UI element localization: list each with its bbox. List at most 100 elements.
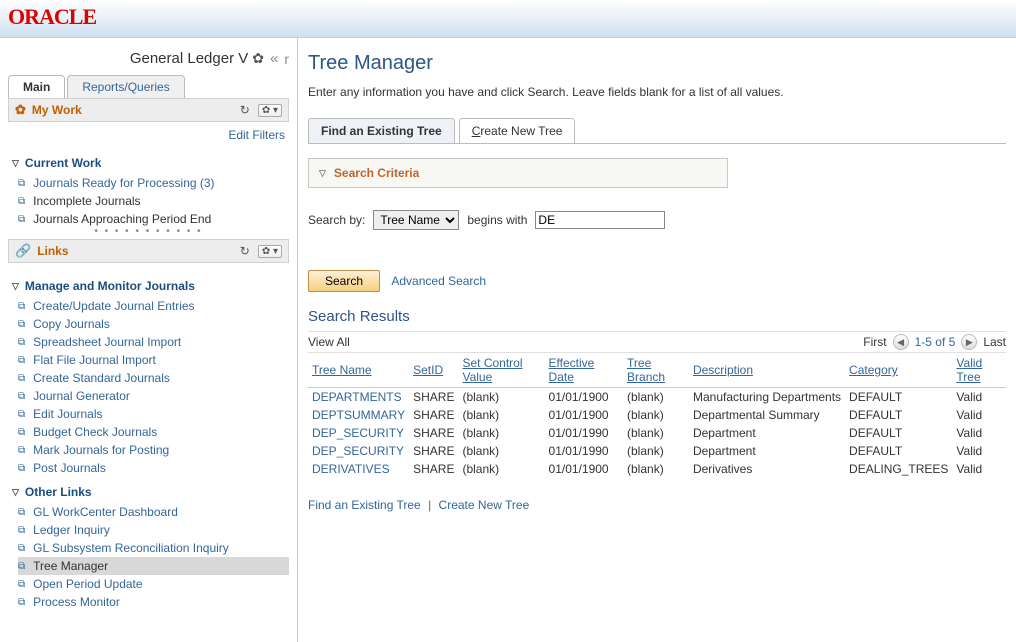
gear-icon[interactable]: ✿ bbox=[252, 50, 264, 67]
list-item[interactable]: ⧉Spreadsheet Journal Import bbox=[18, 333, 289, 351]
advanced-search-link[interactable]: Advanced Search bbox=[391, 274, 486, 288]
refresh-icon[interactable] bbox=[240, 244, 250, 258]
tab-reports[interactable]: Reports/Queries bbox=[67, 75, 184, 99]
table-cell: DEFAULT bbox=[845, 406, 952, 424]
tab-find-existing[interactable]: Find an Existing Tree bbox=[308, 118, 455, 144]
my-work-label: My Work bbox=[32, 103, 82, 117]
footer-links: Find an Existing Tree | Create New Tree bbox=[308, 498, 1006, 512]
search-field-select[interactable]: Tree Name bbox=[373, 210, 459, 230]
group-current-work[interactable]: ▽Current Work bbox=[0, 148, 297, 174]
collapse-icon[interactable]: « bbox=[270, 50, 278, 67]
resize-handle[interactable]: • • • • • • • • • • • bbox=[0, 226, 297, 237]
list-item[interactable]: ⧉Incomplete Journals bbox=[18, 192, 289, 210]
footer-create-link[interactable]: Create New Tree bbox=[439, 498, 530, 512]
table-cell: DEFAULT bbox=[845, 442, 952, 460]
results-table: Tree NameSetIDSet Control ValueEffective… bbox=[308, 353, 1006, 478]
list-item[interactable]: ⧉GL Subsystem Reconciliation Inquiry bbox=[18, 539, 289, 557]
table-cell: (blank) bbox=[623, 424, 689, 442]
list-item[interactable]: ⧉Ledger Inquiry bbox=[18, 521, 289, 539]
group-manage[interactable]: ▽Manage and Monitor Journals bbox=[0, 271, 297, 297]
list-item[interactable]: ⧉Mark Journals for Posting bbox=[18, 441, 289, 459]
column-header[interactable]: SetID bbox=[409, 353, 458, 388]
oracle-logo: ORACLE bbox=[8, 4, 96, 29]
gear-dropdown[interactable]: ✿ ▾ bbox=[258, 104, 282, 117]
list-item[interactable]: ⧉ Flat File Journal Import bbox=[18, 351, 289, 369]
list-item[interactable]: ⧉Tree Manager bbox=[18, 557, 289, 575]
table-cell: (blank) bbox=[623, 388, 689, 407]
tab-create-new[interactable]: Create New Tree bbox=[459, 118, 576, 144]
list-item-label: Incomplete Journals bbox=[33, 194, 140, 208]
popup-icon: ⧉ bbox=[18, 301, 25, 312]
popup-icon: ⧉ bbox=[18, 214, 25, 225]
results-toolbar: View All First ◀ 1-5 of 5 ▶ Last bbox=[308, 331, 1006, 353]
list-item[interactable]: ⧉Journal Generator bbox=[18, 387, 289, 405]
list-item[interactable]: ⧉Budget Check Journals bbox=[18, 423, 289, 441]
results-body: DEPARTMENTSSHARE(blank)01/01/1900(blank)… bbox=[308, 388, 1006, 479]
table-cell: SHARE bbox=[409, 388, 458, 407]
edit-filters-link[interactable]: Edit Filters bbox=[228, 128, 285, 142]
list-item-label: Flat File Journal Import bbox=[33, 353, 156, 367]
table-cell: Manufacturing Departments bbox=[689, 388, 845, 407]
list-item-label: Open Period Update bbox=[33, 577, 142, 591]
table-cell[interactable]: DERIVATIVES bbox=[308, 460, 409, 478]
list-item[interactable]: ⧉Journals Ready for Processing (3) bbox=[18, 174, 289, 192]
column-header[interactable]: Description bbox=[689, 353, 845, 388]
pager-last[interactable]: Last bbox=[983, 335, 1006, 349]
pager-next-icon[interactable]: ▶ bbox=[961, 334, 977, 350]
popup-icon: ⧉ bbox=[18, 463, 25, 474]
table-cell: 01/01/1900 bbox=[545, 460, 623, 478]
search-row: Search by: Tree Name begins with bbox=[308, 210, 1006, 230]
list-item[interactable]: ⧉Create Standard Journals bbox=[18, 369, 289, 387]
list-item-label: Journals Approaching Period End bbox=[33, 212, 211, 226]
links-label: Links bbox=[37, 244, 68, 258]
footer-find-link[interactable]: Find an Existing Tree bbox=[308, 498, 421, 512]
table-cell: SHARE bbox=[409, 442, 458, 460]
popup-icon: ⧉ bbox=[18, 579, 25, 590]
table-cell[interactable]: DEPARTMENTS bbox=[308, 388, 409, 407]
search-by-label: Search by: bbox=[308, 213, 365, 227]
group-other[interactable]: ▽Other Links bbox=[0, 477, 297, 503]
pager-first[interactable]: First bbox=[863, 335, 886, 349]
table-cell: (blank) bbox=[623, 460, 689, 478]
list-item[interactable]: ⧉ Open Period Update bbox=[18, 575, 289, 593]
column-header[interactable]: Valid Tree bbox=[952, 353, 1006, 388]
tab-main[interactable]: Main bbox=[8, 75, 65, 99]
list-item[interactable]: ⧉Copy Journals bbox=[18, 315, 289, 333]
list-item[interactable]: ⧉Edit Journals bbox=[18, 405, 289, 423]
table-cell: Valid bbox=[952, 388, 1006, 407]
popup-icon: ⧉ bbox=[18, 427, 25, 438]
chevron-down-icon[interactable]: ▽ bbox=[319, 168, 326, 179]
table-cell: Valid bbox=[952, 460, 1006, 478]
view-all-link[interactable]: View All bbox=[308, 335, 350, 349]
table-cell: DEFAULT bbox=[845, 388, 952, 407]
pager-prev-icon[interactable]: ◀ bbox=[893, 334, 909, 350]
table-cell: Derivatives bbox=[689, 460, 845, 478]
list-item[interactable]: ⧉Post Journals bbox=[18, 459, 289, 477]
table-cell[interactable]: DEP_SECURITY bbox=[308, 442, 409, 460]
list-item[interactable]: ⧉GL WorkCenter Dashboard bbox=[18, 503, 289, 521]
search-button[interactable]: Search bbox=[308, 270, 380, 292]
refresh-icon[interactable] bbox=[240, 103, 250, 117]
popup-icon: ⧉ bbox=[18, 337, 25, 348]
column-header[interactable]: Tree Branch bbox=[623, 353, 689, 388]
operator-label: begins with bbox=[467, 213, 527, 227]
table-cell[interactable]: DEP_SECURITY bbox=[308, 424, 409, 442]
table-cell[interactable]: DEPTSUMMARY bbox=[308, 406, 409, 424]
gear-dropdown[interactable]: ✿ ▾ bbox=[258, 245, 282, 258]
popup-icon: ⧉ bbox=[18, 409, 25, 420]
column-header[interactable]: Tree Name bbox=[308, 353, 409, 388]
column-header[interactable]: Set Control Value bbox=[458, 353, 544, 388]
table-row: DEP_SECURITYSHARE(blank)01/01/1990(blank… bbox=[308, 442, 1006, 460]
table-cell: Valid bbox=[952, 442, 1006, 460]
column-header[interactable]: Effective Date bbox=[545, 353, 623, 388]
chevron-down-icon: ▽ bbox=[12, 158, 19, 169]
list-item-label: Process Monitor bbox=[33, 595, 120, 609]
list-item[interactable]: ⧉Create/Update Journal Entries bbox=[18, 297, 289, 315]
popup-icon: ⧉ bbox=[18, 373, 25, 384]
search-value-input[interactable] bbox=[535, 211, 665, 229]
table-cell: DEALING_TREES bbox=[845, 460, 952, 478]
list-item[interactable]: ⧉Process Monitor bbox=[18, 593, 289, 611]
column-header[interactable]: Category bbox=[845, 353, 952, 388]
popup-icon: ⧉ bbox=[18, 355, 25, 366]
table-cell: (blank) bbox=[458, 388, 544, 407]
